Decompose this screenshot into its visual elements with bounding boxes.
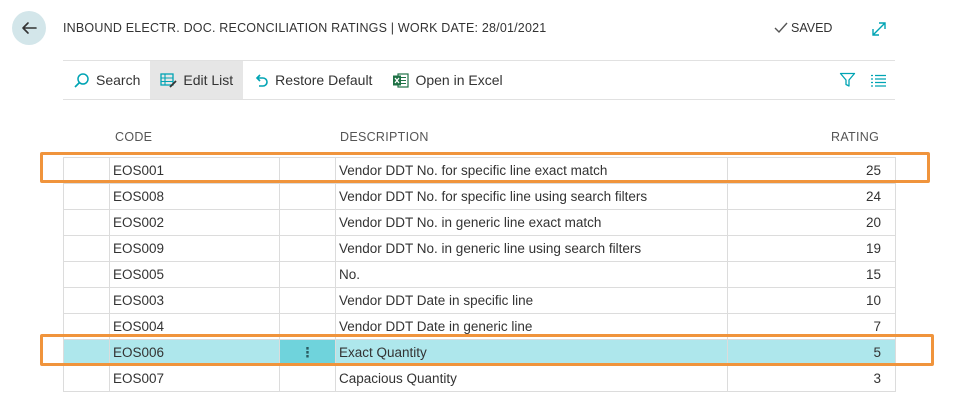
rating-cell[interactable]: 25 (727, 157, 896, 184)
expand-icon[interactable] (870, 20, 888, 38)
row-actions-cell[interactable] (279, 183, 336, 210)
rating-cell[interactable]: 10 (727, 287, 896, 314)
table-row[interactable]: EOS008 Vendor DDT No. for specific line u… (63, 183, 896, 210)
page-title: INBOUND ELECTR. DOC. RECONCILIATION RATI… (63, 21, 547, 35)
excel-icon (393, 72, 410, 88)
code-cell[interactable]: EOS009 (109, 235, 280, 262)
row-actions-cell[interactable] (279, 287, 336, 314)
edit-list-label: Edit List (183, 72, 234, 88)
row-selector-cell[interactable] (63, 235, 110, 262)
rating-cell[interactable]: 5 (727, 339, 896, 366)
code-cell[interactable]: EOS007 (109, 365, 280, 392)
table-row[interactable]: EOS007 Capacious Quantity 3 (63, 365, 896, 392)
ratings-table: EOS001 Vendor DDT No. for specific line e… (63, 157, 896, 392)
list-view-icon[interactable] (870, 73, 887, 87)
rating-cell[interactable]: 7 (727, 313, 896, 340)
check-icon (774, 22, 788, 34)
description-cell[interactable]: Vendor DDT Date in generic line (335, 313, 728, 340)
rating-cell[interactable]: 19 (727, 235, 896, 262)
rating-cell[interactable]: 3 (727, 365, 896, 392)
row-selector-cell[interactable] (63, 365, 110, 392)
row-actions-cell[interactable] (279, 365, 336, 392)
row-selector-cell[interactable] (63, 157, 110, 184)
row-selector-cell[interactable] (63, 183, 110, 210)
search-icon (74, 72, 89, 88)
row-actions-cell[interactable] (279, 209, 336, 236)
description-cell[interactable]: Vendor DDT No. for specific line using s… (335, 183, 728, 210)
search-button[interactable]: Search (63, 61, 150, 99)
row-selector-cell[interactable] (63, 339, 110, 366)
saved-label: SAVED (791, 21, 833, 35)
table-row[interactable]: EOS006 ⋮ Exact Quantity 5 (63, 339, 896, 366)
row-selector-cell[interactable] (63, 287, 110, 314)
saved-status: SAVED (774, 21, 832, 35)
description-cell[interactable]: Vendor DDT Date in specific line (335, 287, 728, 314)
row-selector-cell[interactable] (63, 261, 110, 288)
table-row[interactable]: EOS001 Vendor DDT No. for specific line e… (63, 157, 896, 184)
column-header-description[interactable]: DESCRIPTION (340, 130, 429, 144)
row-actions-cell[interactable] (279, 235, 336, 262)
rating-cell[interactable]: 20 (727, 209, 896, 236)
filter-icon[interactable] (839, 72, 856, 88)
code-cell[interactable]: EOS006 (109, 339, 280, 366)
restore-default-button[interactable]: Restore Default (243, 61, 382, 99)
code-cell[interactable]: EOS003 (109, 287, 280, 314)
code-cell[interactable]: EOS005 (109, 261, 280, 288)
column-header-rating[interactable]: RATING (831, 130, 879, 144)
row-actions-cell[interactable] (279, 157, 336, 184)
table-row[interactable]: EOS002 Vendor DDT No. in generic line exa… (63, 209, 896, 236)
back-arrow-icon (22, 22, 37, 34)
code-cell[interactable]: EOS002 (109, 209, 280, 236)
description-cell[interactable]: Vendor DDT No. in generic line using sea… (335, 235, 728, 262)
description-cell[interactable]: Capacious Quantity (335, 365, 728, 392)
code-cell[interactable]: EOS008 (109, 183, 280, 210)
code-cell[interactable]: EOS001 (109, 157, 280, 184)
description-cell[interactable]: No. (335, 261, 728, 288)
table-row[interactable]: EOS003 Vendor DDT Date in specific line 10 (63, 287, 896, 314)
row-actions-menu[interactable]: ⋮ (279, 339, 336, 366)
row-actions-cell[interactable] (279, 261, 336, 288)
table-row[interactable]: EOS009 Vendor DDT No. in generic line usi… (63, 235, 896, 262)
open-in-excel-button[interactable]: Open in Excel (382, 61, 512, 99)
table-row[interactable]: EOS005 No. 15 (63, 261, 896, 288)
column-header-code[interactable]: CODE (115, 130, 152, 144)
table-row[interactable]: EOS004 Vendor DDT Date in generic line 7 (63, 313, 896, 340)
rating-cell[interactable]: 15 (727, 261, 896, 288)
description-cell[interactable]: Vendor DDT No. in generic line exact mat… (335, 209, 728, 236)
row-actions-cell[interactable] (279, 313, 336, 340)
back-button[interactable] (12, 11, 46, 45)
restore-default-label: Restore Default (275, 72, 373, 88)
rating-cell[interactable]: 24 (727, 183, 896, 210)
code-cell[interactable]: EOS004 (109, 313, 280, 340)
edit-list-icon (160, 73, 177, 88)
action-toolbar: Search Edit List Restore Default Open in… (63, 60, 895, 100)
description-cell[interactable]: Vendor DDT No. for specific line exact m… (335, 157, 728, 184)
undo-icon (256, 74, 268, 87)
edit-list-button[interactable]: Edit List (150, 61, 244, 99)
search-label: Search (96, 72, 141, 88)
row-selector-cell[interactable] (63, 313, 110, 340)
description-cell[interactable]: Exact Quantity (335, 339, 728, 366)
more-options-icon[interactable]: ⋮ (301, 345, 315, 360)
open-in-excel-label: Open in Excel (415, 72, 503, 88)
row-selector-cell[interactable] (63, 209, 110, 236)
